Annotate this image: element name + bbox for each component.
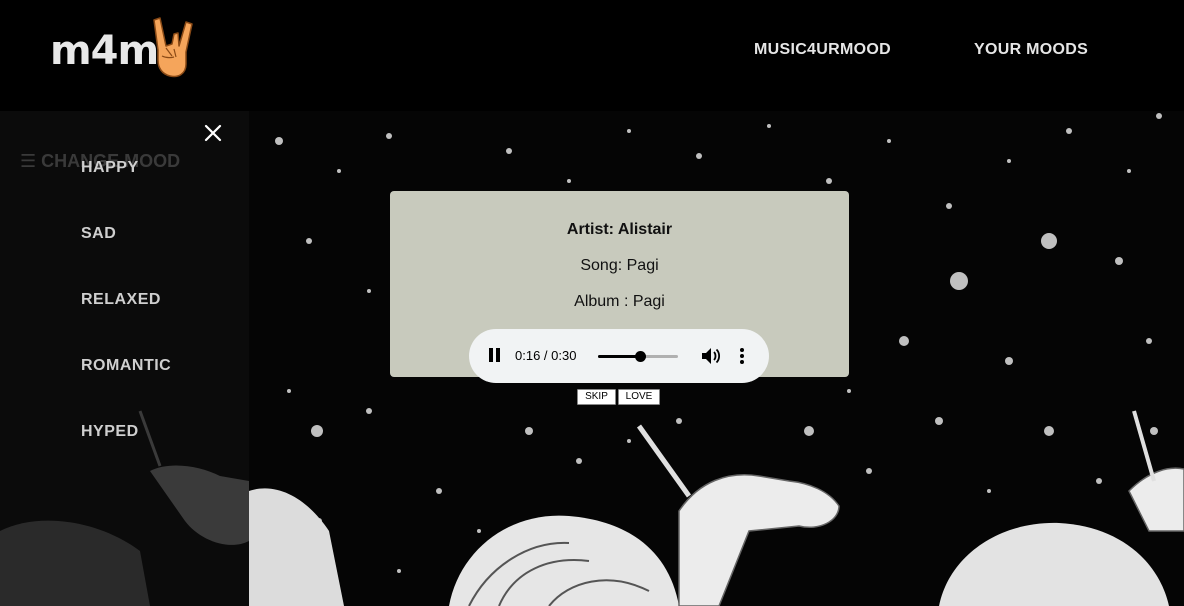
rock-hand-icon <box>153 17 193 78</box>
seek-slider[interactable] <box>598 351 678 362</box>
playback-time: 0:16 / 0:30 <box>515 348 577 363</box>
skip-button[interactable]: SKIP <box>577 389 616 405</box>
mood-item-sad[interactable]: SAD <box>81 225 116 243</box>
mood-sidebar: ☰ CHANGE MOOD HAPPY SAD RELAXED ROMANTIC… <box>0 111 249 606</box>
more-vert-icon[interactable] <box>737 347 747 365</box>
mood-item-hyped[interactable]: HYPED <box>81 423 139 441</box>
volume-icon[interactable] <box>701 347 721 365</box>
header: m4m MUSIC4URMOOD YOUR MOODS <box>0 0 1184 111</box>
nav-your-moods[interactable]: YOUR MOODS <box>974 41 1088 59</box>
mood-item-relaxed[interactable]: RELAXED <box>81 291 161 309</box>
mood-item-happy[interactable]: HAPPY <box>81 159 139 177</box>
pause-icon[interactable] <box>488 348 502 364</box>
nav-music4urmood[interactable]: MUSIC4URMOOD <box>754 41 891 59</box>
love-button[interactable]: LOVE <box>618 389 660 405</box>
logo-text[interactable]: m4m <box>50 26 159 76</box>
audio-player: 0:16 / 0:30 <box>469 329 769 383</box>
close-icon[interactable] <box>201 121 225 145</box>
mood-item-romantic[interactable]: ROMANTIC <box>81 357 171 375</box>
song-label: Song: Pagi <box>580 257 659 274</box>
seek-thumb[interactable] <box>634 351 646 362</box>
album-label: Album : Pagi <box>574 293 665 310</box>
artist-label: Artist: Alistair <box>566 221 673 238</box>
